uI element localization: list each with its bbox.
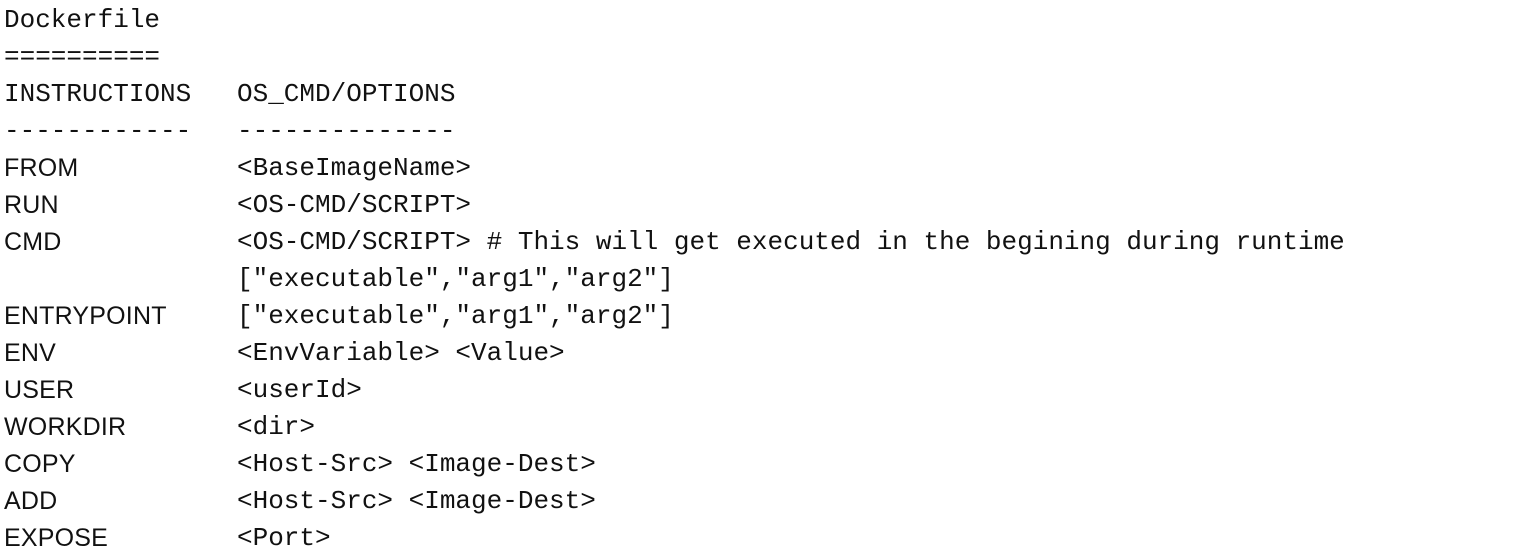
instruction-name: EXPOSE [4,524,109,552]
header-line: INSTRUCTIONS OS_CMD/OPTIONS [0,76,1515,113]
instruction-row: RUN <OS-CMD/SCRIPT> [0,187,1515,224]
title-underline: ========== [4,42,161,72]
instruction-name: ADD [4,487,58,515]
title-underline-line: ========== [0,39,1515,76]
instruction-row: USER <userId> [0,372,1515,409]
separator-line: ------------ -------------- [0,113,1515,150]
instruction-row: CMD <OS-CMD/SCRIPT> # This will get exec… [0,224,1515,261]
header-instructions: INSTRUCTIONS [4,79,192,109]
title-line: Dockerfile [0,2,1515,39]
dockerfile-document: Dockerfile ========== INSTRUCTIONS OS_CM… [0,0,1515,560]
instruction-row: COPY <Host-Src> <Image-Dest> [0,446,1515,483]
instruction-option: ["executable","arg1","arg2"] [237,301,674,331]
instruction-row: FROM <BaseImageName> [0,150,1515,187]
instruction-row: ["executable","arg1","arg2"] [0,261,1515,298]
instruction-row: WORKDIR <dir> [0,409,1515,446]
instruction-option: <userId> [237,375,362,405]
header-options: OS_CMD/OPTIONS [237,79,456,109]
separator-instructions: ------------ [4,116,192,146]
document-title: Dockerfile [4,5,161,35]
instruction-name: ENV [4,339,57,367]
instruction-option: <OS-CMD/SCRIPT> [237,190,472,220]
instruction-option: <Host-Src> <Image-Dest> [237,449,596,479]
instruction-row: ENTRYPOINT ["executable","arg1","arg2"] [0,298,1515,335]
instruction-name: RUN [4,191,59,219]
instruction-name: FROM [4,154,79,182]
instruction-name: WORKDIR [4,413,127,441]
instruction-name: COPY [4,450,76,478]
instruction-name: USER [4,376,75,404]
instruction-row: ENV <EnvVariable> <Value> [0,335,1515,372]
instruction-option: <Host-Src> <Image-Dest> [237,486,596,516]
instruction-option: <OS-CMD/SCRIPT> # This will get executed… [237,227,1345,257]
separator-options: -------------- [237,116,456,146]
instruction-option: <BaseImageName> [237,153,472,183]
instruction-name: ENTRYPOINT [4,302,167,330]
instruction-option: <Port> [237,523,331,553]
instruction-row: EXPOSE <Port> [0,520,1515,557]
instruction-option: <dir> [237,412,316,442]
instruction-name: CMD [4,228,62,256]
instruction-row: ADD <Host-Src> <Image-Dest> [0,483,1515,520]
instruction-option: ["executable","arg1","arg2"] [237,264,674,294]
instruction-option: <EnvVariable> <Value> [237,338,565,368]
